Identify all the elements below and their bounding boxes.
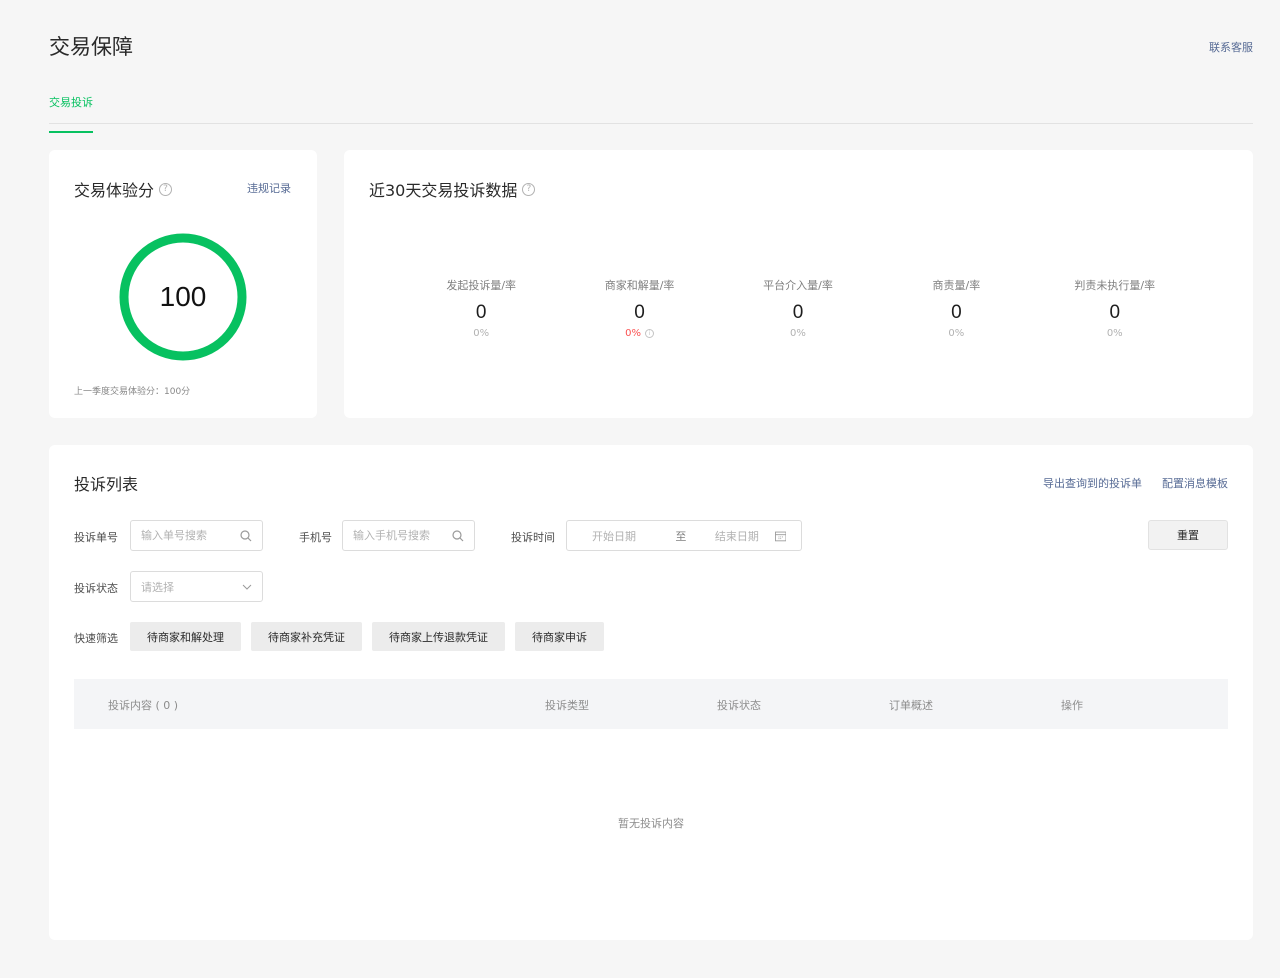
- question-circle-icon[interactable]: ?: [159, 182, 173, 196]
- stat-rate-value: 0%: [948, 328, 965, 339]
- stat-rate: 0%: [948, 328, 964, 339]
- stat-count: 0: [792, 302, 804, 323]
- table-header: 投诉内容 ( 0 ) 投诉类型 投诉状态 订单概述 操作: [74, 679, 1228, 729]
- contact-support-link[interactable]: 联系客服: [1209, 39, 1253, 55]
- stat-merchant-settled: 商家和解量/率 0 0% i: [560, 277, 718, 339]
- score-value: 100: [159, 281, 207, 312]
- question-circle-icon[interactable]: ?: [522, 182, 536, 196]
- stats-row: 发起投诉量/率 0 0% 商家和解量/率 0 0% i 平台介入量/率 0 0%…: [402, 277, 1194, 339]
- column-complaint-status: 投诉状态: [717, 699, 761, 712]
- phone-input[interactable]: [353, 529, 443, 542]
- experience-score-card: 交易体验分 ? 违规记录 100 上一季度交易体验分：100分: [49, 150, 317, 418]
- search-icon[interactable]: [240, 529, 252, 542]
- stat-count: 0: [951, 302, 962, 323]
- column-complaint-content: 投诉内容 ( 0 ): [108, 699, 179, 712]
- phone-search: [342, 520, 475, 551]
- stat-rate-value: 0%: [473, 328, 490, 339]
- stat-rate: 0% i: [625, 328, 655, 339]
- end-date-field[interactable]: 结束日期: [715, 528, 775, 544]
- column-actions: 操作: [1061, 699, 1083, 712]
- quick-filter-label: 快速筛选: [74, 632, 118, 645]
- page-title: 交易保障: [49, 35, 133, 59]
- stat-rate-value: 0%: [625, 328, 642, 339]
- stat-label: 商家和解量/率: [604, 279, 675, 292]
- stats-card-header: 近30天交易投诉数据 ?: [369, 177, 536, 201]
- column-order-summary: 订单概述: [889, 699, 933, 712]
- complaint-time-label: 投诉时间: [511, 531, 555, 544]
- quick-filter-chips: 待商家和解处理 待商家补充凭证 待商家上传退款凭证 待商家申诉: [130, 622, 604, 651]
- start-date-field[interactable]: 开始日期: [592, 528, 675, 544]
- score-card-header: 交易体验分 ?: [74, 177, 173, 201]
- order-number-input[interactable]: [141, 529, 231, 542]
- stats-card-title: 近30天交易投诉数据: [369, 181, 518, 200]
- calendar-icon[interactable]: [774, 530, 786, 542]
- column-complaint-type: 投诉类型: [545, 699, 589, 712]
- quick-filter-pending-appeal[interactable]: 待商家申诉: [515, 622, 604, 651]
- stat-count: 0: [634, 302, 645, 323]
- chevron-down-icon: [242, 584, 252, 590]
- stat-label: 发起投诉量/率: [446, 279, 517, 292]
- stat-platform-intervened: 平台介入量/率 0 0%: [719, 277, 877, 339]
- empty-state-text: 暂无投诉内容: [618, 817, 684, 830]
- stat-label: 判责未执行量/率: [1074, 279, 1156, 292]
- stat-complaints-initiated: 发起投诉量/率 0 0%: [402, 277, 560, 339]
- status-select-placeholder: 请选择: [141, 580, 174, 594]
- stat-rate: 0%: [473, 328, 489, 339]
- reset-button[interactable]: 重置: [1148, 520, 1228, 550]
- order-number-search: [130, 520, 263, 551]
- stat-label: 平台介入量/率: [763, 279, 833, 292]
- stat-count: 0: [1109, 302, 1121, 323]
- range-separator: 至: [675, 529, 687, 543]
- tab-bar: 交易投诉: [49, 84, 1253, 133]
- search-icon[interactable]: [452, 529, 464, 542]
- violation-records-link[interactable]: 违规记录: [247, 180, 291, 196]
- score-card-title: 交易体验分: [74, 181, 155, 200]
- quick-filter-pending-evidence[interactable]: 待商家补充凭证: [251, 622, 362, 651]
- stat-rate-value: 0%: [1106, 328, 1123, 339]
- order-number-label: 投诉单号: [74, 531, 118, 544]
- stat-rate: 0%: [1107, 328, 1123, 339]
- complaint-status-select[interactable]: 请选择: [130, 571, 263, 602]
- list-actions: 导出查询到的投诉单 配置消息模板: [1043, 475, 1228, 491]
- quick-filter-pending-settlement[interactable]: 待商家和解处理: [130, 622, 241, 651]
- complaint-stats-card: 近30天交易投诉数据 ? 发起投诉量/率 0 0% 商家和解量/率 0 0% i…: [344, 150, 1253, 418]
- date-range-picker[interactable]: 开始日期 至 结束日期: [566, 520, 802, 551]
- complaint-status-label: 投诉状态: [74, 582, 118, 595]
- complaint-list-title: 投诉列表: [74, 475, 139, 494]
- stat-label: 商责量/率: [932, 279, 981, 292]
- last-quarter-score-note: 上一季度交易体验分：100分: [74, 387, 191, 397]
- stat-merchant-liable: 商责量/率 0 0%: [877, 277, 1035, 339]
- phone-label: 手机号: [299, 531, 332, 544]
- stat-judgment-unexecuted: 判责未执行量/率 0 0%: [1036, 277, 1194, 339]
- stat-rate-value: 0%: [790, 328, 806, 339]
- export-complaints-link[interactable]: 导出查询到的投诉单: [1043, 475, 1142, 491]
- quick-filter-pending-refund-proof[interactable]: 待商家上传退款凭证: [372, 622, 505, 651]
- info-circle-icon[interactable]: i: [645, 329, 655, 338]
- configure-message-template-link[interactable]: 配置消息模板: [1162, 475, 1228, 491]
- complaint-list-card: 投诉列表 导出查询到的投诉单 配置消息模板 投诉单号 手机号 投诉时间 开始日期…: [49, 445, 1253, 940]
- stat-rate: 0%: [790, 328, 806, 339]
- stat-count: 0: [475, 302, 487, 323]
- tab-transaction-complaints[interactable]: 交易投诉: [49, 94, 93, 133]
